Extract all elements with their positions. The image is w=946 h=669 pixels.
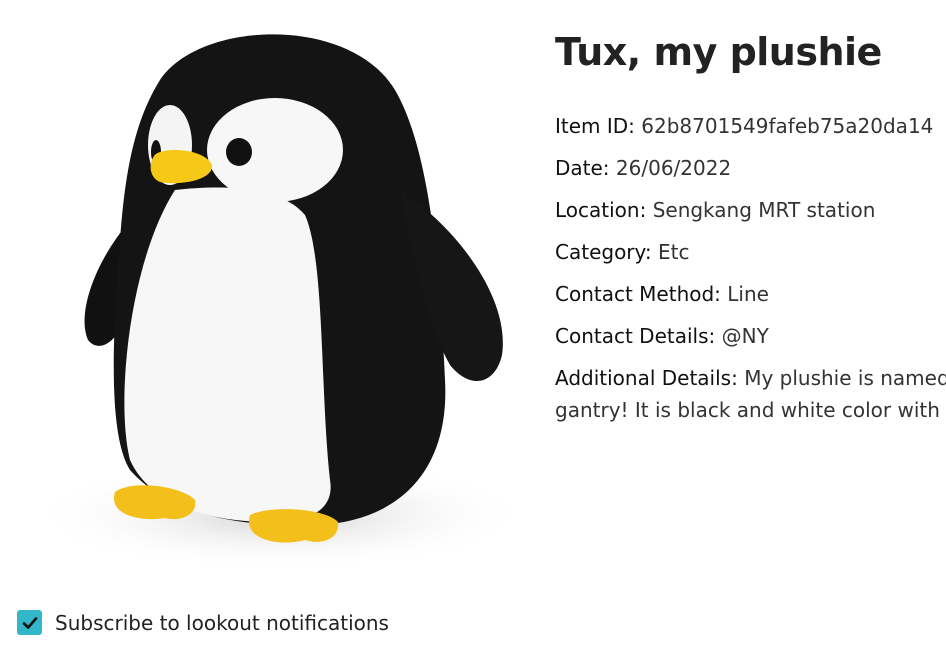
contact-method-row: Contact Method: Line bbox=[555, 278, 946, 320]
item-id-label: Item ID: bbox=[555, 114, 635, 138]
item-detail-page: Tux, my plushie Item ID: 62b8701549fafeb… bbox=[0, 0, 946, 669]
item-details: Tux, my plushie Item ID: 62b8701549fafeb… bbox=[555, 24, 946, 426]
subscribe-option[interactable]: Subscribe to lookout notifications bbox=[17, 610, 389, 635]
additional-details-line-1: Additional Details: My plushie is named … bbox=[555, 362, 946, 394]
category-value: Etc bbox=[658, 240, 690, 264]
date-label: Date: bbox=[555, 156, 610, 180]
additional-details-text-1: My plushie is named tu bbox=[744, 366, 946, 390]
item-id-value: 62b8701549fafeb75a20da14 bbox=[641, 114, 934, 138]
category-row: Category: Etc bbox=[555, 236, 946, 278]
additional-details-text-2: gantry! It is black and white color with… bbox=[555, 398, 946, 422]
contact-method-label: Contact Method: bbox=[555, 282, 721, 306]
contact-details-label: Contact Details: bbox=[555, 324, 716, 348]
location-value: Sengkang MRT station bbox=[652, 198, 876, 222]
date-row: Date: 26/06/2022 bbox=[555, 152, 946, 194]
category-label: Category: bbox=[555, 240, 652, 264]
contact-details-value: @NY bbox=[721, 324, 769, 348]
item-id-row: Item ID: 62b8701549fafeb75a20da14 bbox=[555, 110, 946, 152]
item-title: Tux, my plushie bbox=[555, 30, 882, 74]
subscribe-label[interactable]: Subscribe to lookout notifications bbox=[55, 611, 389, 635]
item-photo bbox=[20, 10, 530, 580]
contact-details-row: Contact Details: @NY bbox=[555, 320, 946, 362]
location-label: Location: bbox=[555, 198, 647, 222]
checkmark-icon bbox=[22, 616, 37, 629]
contact-method-value: Line bbox=[727, 282, 769, 306]
additional-details-label: Additional Details: bbox=[555, 366, 738, 390]
additional-details-row: Additional Details: My plushie is named … bbox=[555, 362, 946, 426]
location-row: Location: Sengkang MRT station bbox=[555, 194, 946, 236]
penguin-plushie-image bbox=[30, 34, 530, 570]
date-value: 26/06/2022 bbox=[615, 156, 732, 180]
subscribe-checkbox[interactable] bbox=[17, 610, 42, 635]
